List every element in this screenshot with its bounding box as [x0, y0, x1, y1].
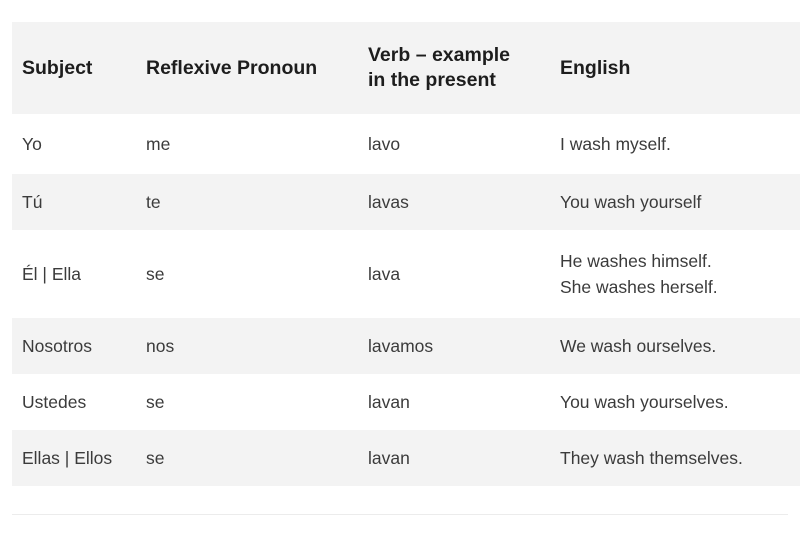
cell-reflexive-pronoun: se — [146, 448, 165, 468]
table-row: Nosotros nos lavamos We wash ourselves. — [12, 318, 800, 374]
table-header-row: Subject Reflexive Pronoun Verb – example… — [12, 22, 800, 114]
cell-verb: lavo — [368, 134, 401, 154]
cell-english: You wash yourselves. — [560, 374, 800, 430]
cell-subject: Yo — [22, 134, 42, 154]
cell-english-line-2: She washes herself. — [560, 277, 718, 297]
cell-english: I wash myself. — [560, 114, 800, 174]
bottom-divider — [12, 514, 788, 515]
cell-english: He washes himself. She washes herself. — [560, 230, 800, 318]
cell-subject: Nosotros — [22, 336, 93, 356]
column-header-reflexive-pronoun: Reflexive Pronoun — [146, 22, 368, 114]
cell-reflexive-pronoun: se — [146, 264, 165, 284]
column-header-english: English — [560, 22, 800, 114]
cell-english-line-1: You wash yourselves. — [560, 392, 729, 412]
cell-verb: lava — [368, 264, 401, 284]
cell-subject: Ellas | Ellos — [22, 448, 113, 468]
table-row: Ellas | Ellos se lavan They wash themsel… — [12, 430, 800, 486]
cell-reflexive-pronoun: se — [146, 392, 165, 412]
cell-reflexive-pronoun: te — [146, 192, 161, 212]
cell-english-line-1: They wash themselves. — [560, 448, 743, 468]
column-header-verb-line-2: in the present — [368, 69, 496, 91]
cell-english: They wash themselves. — [560, 430, 800, 486]
column-header-verb-example: Verb – example in the present — [368, 22, 560, 114]
cell-verb: lavamos — [368, 336, 434, 356]
table-row: Tú te lavas You wash yourself — [12, 174, 800, 230]
table-row: Él | Ella se lava He washes himself. She… — [12, 230, 800, 318]
table-row: Yo me lavo I wash myself. — [12, 114, 800, 174]
cell-subject: Él | Ella — [22, 264, 82, 284]
page-root: Subject Reflexive Pronoun Verb – example… — [0, 0, 800, 533]
cell-reflexive-pronoun: me — [146, 134, 171, 154]
table-header: Subject Reflexive Pronoun Verb – example… — [12, 22, 800, 114]
cell-english-line-1: I wash myself. — [560, 134, 671, 154]
cell-english: We wash ourselves. — [560, 318, 800, 374]
cell-subject: Ustedes — [22, 392, 87, 412]
cell-verb: lavas — [368, 192, 409, 212]
cell-subject: Tú — [22, 192, 43, 212]
cell-verb: lavan — [368, 448, 410, 468]
cell-verb: lavan — [368, 392, 410, 412]
column-header-subject: Subject — [12, 22, 146, 114]
cell-english-line-1: We wash ourselves. — [560, 336, 717, 356]
table-body: Yo me lavo I wash myself. Tú te lavas Yo… — [12, 114, 800, 486]
cell-reflexive-pronoun: nos — [146, 336, 175, 356]
reflexive-verb-conjugation-table: Subject Reflexive Pronoun Verb – example… — [12, 22, 800, 486]
cell-english-line-1: He washes himself. — [560, 251, 712, 271]
cell-english: You wash yourself — [560, 174, 800, 230]
cell-english-line-1: You wash yourself — [560, 192, 702, 212]
table-row: Ustedes se lavan You wash yourselves. — [12, 374, 800, 430]
column-header-verb-line-1: Verb – example — [368, 44, 511, 66]
